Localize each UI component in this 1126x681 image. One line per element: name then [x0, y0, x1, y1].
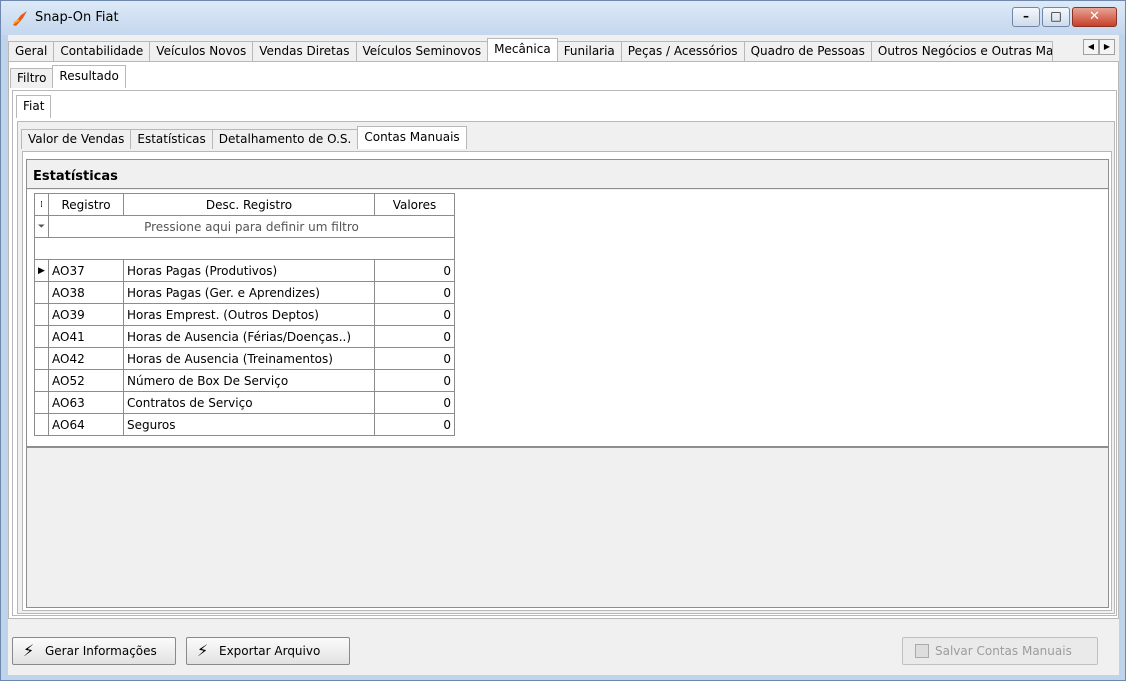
- table-row[interactable]: ▶ AO37 Horas Pagas (Produtivos) 0: [34, 259, 455, 282]
- scroll-left-icon[interactable]: ◀: [1083, 39, 1099, 55]
- tab-quadro-de-pessoas[interactable]: Quadro de Pessoas: [743, 41, 872, 61]
- table-row[interactable]: AO38 Horas Pagas (Ger. e Aprendizes) 0: [34, 281, 455, 304]
- cell-desc[interactable]: Horas Emprest. (Outros Deptos): [123, 303, 375, 326]
- cell-valor[interactable]: 0: [374, 347, 455, 370]
- cell-registro[interactable]: AO64: [48, 413, 124, 436]
- row-indicator-icon: ▶: [34, 259, 49, 282]
- row-indicator: [34, 391, 49, 414]
- main-tab-bar: Geral Contabilidade Veículos Novos Venda…: [8, 38, 1119, 61]
- row-indicator: [34, 281, 49, 304]
- group-title: Estatísticas: [27, 160, 1108, 189]
- cell-desc[interactable]: Horas Pagas (Ger. e Aprendizes): [123, 281, 375, 304]
- scroll-right-icon[interactable]: ▶: [1099, 39, 1115, 55]
- result-tab-bar: Filtro Resultado: [10, 65, 126, 88]
- header-valores[interactable]: Valores: [374, 193, 455, 216]
- grid-area: ⁞ Registro Desc. Registro Valores ⏷ Pres…: [27, 190, 1108, 448]
- client-area: Geral Contabilidade Veículos Novos Venda…: [8, 35, 1119, 675]
- tab-filtro[interactable]: Filtro: [10, 68, 54, 88]
- tab-detalhamento-os[interactable]: Detalhamento de O.S.: [211, 129, 359, 149]
- report-tab-bar: Valor de Vendas Estatísticas Detalhament…: [21, 126, 467, 149]
- cell-registro[interactable]: AO39: [48, 303, 124, 326]
- gerar-label: Gerar Informações: [45, 644, 157, 658]
- table-row[interactable]: AO39 Horas Emprest. (Outros Deptos) 0: [34, 303, 455, 326]
- maximize-button[interactable]: □: [1042, 7, 1070, 27]
- cell-registro[interactable]: AO37: [48, 259, 124, 282]
- maximize-icon: □: [1050, 9, 1062, 23]
- row-indicator: [34, 325, 49, 348]
- cell-registro[interactable]: AO63: [48, 391, 124, 414]
- save-icon: [915, 644, 929, 658]
- estatisticas-grid: ⁞ Registro Desc. Registro Valores ⏷ Pres…: [34, 193, 455, 436]
- cell-desc[interactable]: Horas de Ausencia (Férias/Doenças..): [123, 325, 375, 348]
- header-registro[interactable]: Registro: [48, 193, 124, 216]
- cell-registro[interactable]: AO41: [48, 325, 124, 348]
- tab-estatisticas[interactable]: Estatísticas: [130, 129, 213, 149]
- exportar-arquivo-button[interactable]: ⚡ Exportar Arquivo: [186, 637, 350, 665]
- gerar-informacoes-button[interactable]: ⚡ Gerar Informações: [12, 637, 176, 665]
- row-indicator: [34, 369, 49, 392]
- tab-mecanica[interactable]: Mecânica: [487, 38, 558, 61]
- tab-resultado[interactable]: Resultado: [52, 65, 126, 88]
- tab-contas-manuais[interactable]: Contas Manuais: [357, 126, 467, 149]
- cell-desc[interactable]: Horas Pagas (Produtivos): [123, 259, 375, 282]
- table-row[interactable]: AO64 Seguros 0: [34, 413, 455, 436]
- row-indicator: [34, 347, 49, 370]
- tab-scroll-buttons: ◀ ▶: [1083, 39, 1115, 55]
- title-bar[interactable]: Snap-On Fiat – □ ✕: [1, 1, 1125, 35]
- tab-geral[interactable]: Geral: [8, 41, 55, 61]
- tab-outros-negocios[interactable]: Outros Negócios e Outras Mar: [870, 41, 1053, 61]
- cell-valor[interactable]: 0: [374, 281, 455, 304]
- cell-desc[interactable]: Número de Box De Serviço: [123, 369, 375, 392]
- table-row[interactable]: AO63 Contratos de Serviço 0: [34, 391, 455, 414]
- tab-veiculos-novos[interactable]: Veículos Novos: [149, 41, 254, 61]
- tab-fiat[interactable]: Fiat: [16, 95, 52, 118]
- tab-veiculos-seminovos[interactable]: Veículos Seminovos: [355, 41, 489, 61]
- app-window: Snap-On Fiat – □ ✕ Geral Contabilidade V…: [0, 0, 1126, 681]
- tab-funilaria[interactable]: Funilaria: [556, 41, 622, 61]
- cell-registro[interactable]: AO42: [48, 347, 124, 370]
- tab-contabilidade[interactable]: Contabilidade: [53, 41, 151, 61]
- table-row[interactable]: AO42 Horas de Ausencia (Treinamentos) 0: [34, 347, 455, 370]
- estatisticas-group: Estatísticas ⁞ Registro Desc. Registro V…: [26, 159, 1109, 608]
- minimize-button[interactable]: –: [1012, 7, 1040, 27]
- cell-valor[interactable]: 0: [374, 259, 455, 282]
- close-button[interactable]: ✕: [1072, 7, 1117, 27]
- bottom-toolbar: ⚡ Gerar Informações ⚡ Exportar Arquivo S…: [8, 623, 1119, 671]
- cell-valor[interactable]: 0: [374, 325, 455, 348]
- cell-valor[interactable]: 0: [374, 413, 455, 436]
- tab-valor-de-vendas[interactable]: Valor de Vendas: [21, 129, 132, 149]
- cell-valor[interactable]: 0: [374, 303, 455, 326]
- cell-desc[interactable]: Contratos de Serviço: [123, 391, 375, 414]
- cell-desc[interactable]: Seguros: [123, 413, 375, 436]
- table-row[interactable]: AO41 Horas de Ausencia (Férias/Doenças..…: [34, 325, 455, 348]
- cell-valor[interactable]: 0: [374, 369, 455, 392]
- tab-vendas-diretas[interactable]: Vendas Diretas: [252, 41, 357, 61]
- row-indicator: [34, 303, 49, 326]
- brand-tab-bar: Fiat: [16, 95, 52, 118]
- exportar-label: Exportar Arquivo: [219, 644, 321, 658]
- cell-registro[interactable]: AO52: [48, 369, 124, 392]
- header-desc-registro[interactable]: Desc. Registro: [123, 193, 375, 216]
- table-row[interactable]: AO52 Número de Box De Serviço 0: [34, 369, 455, 392]
- filter-icon: ⏷: [34, 215, 49, 238]
- lightning-icon: ⚡: [23, 641, 35, 660]
- tab-pecas-acessorios[interactable]: Peças / Acessórios: [620, 41, 745, 61]
- lightning-icon: ⚡: [197, 641, 209, 660]
- filter-hint-row[interactable]: Pressione aqui para definir um filtro: [48, 215, 455, 238]
- salvar-label: Salvar Contas Manuais: [935, 644, 1072, 658]
- cell-desc[interactable]: Horas de Ausencia (Treinamentos): [123, 347, 375, 370]
- close-icon: ✕: [1089, 9, 1100, 24]
- minimize-icon: –: [1023, 9, 1029, 23]
- window-title: Snap-On Fiat: [35, 10, 119, 25]
- salvar-contas-manuais-button[interactable]: Salvar Contas Manuais: [902, 637, 1098, 665]
- column-chooser-icon[interactable]: ⁞: [34, 193, 49, 216]
- row-indicator: [34, 413, 49, 436]
- grid-spacer: [34, 237, 455, 260]
- app-logo-icon: [13, 11, 27, 26]
- cell-registro[interactable]: AO38: [48, 281, 124, 304]
- cell-valor[interactable]: 0: [374, 391, 455, 414]
